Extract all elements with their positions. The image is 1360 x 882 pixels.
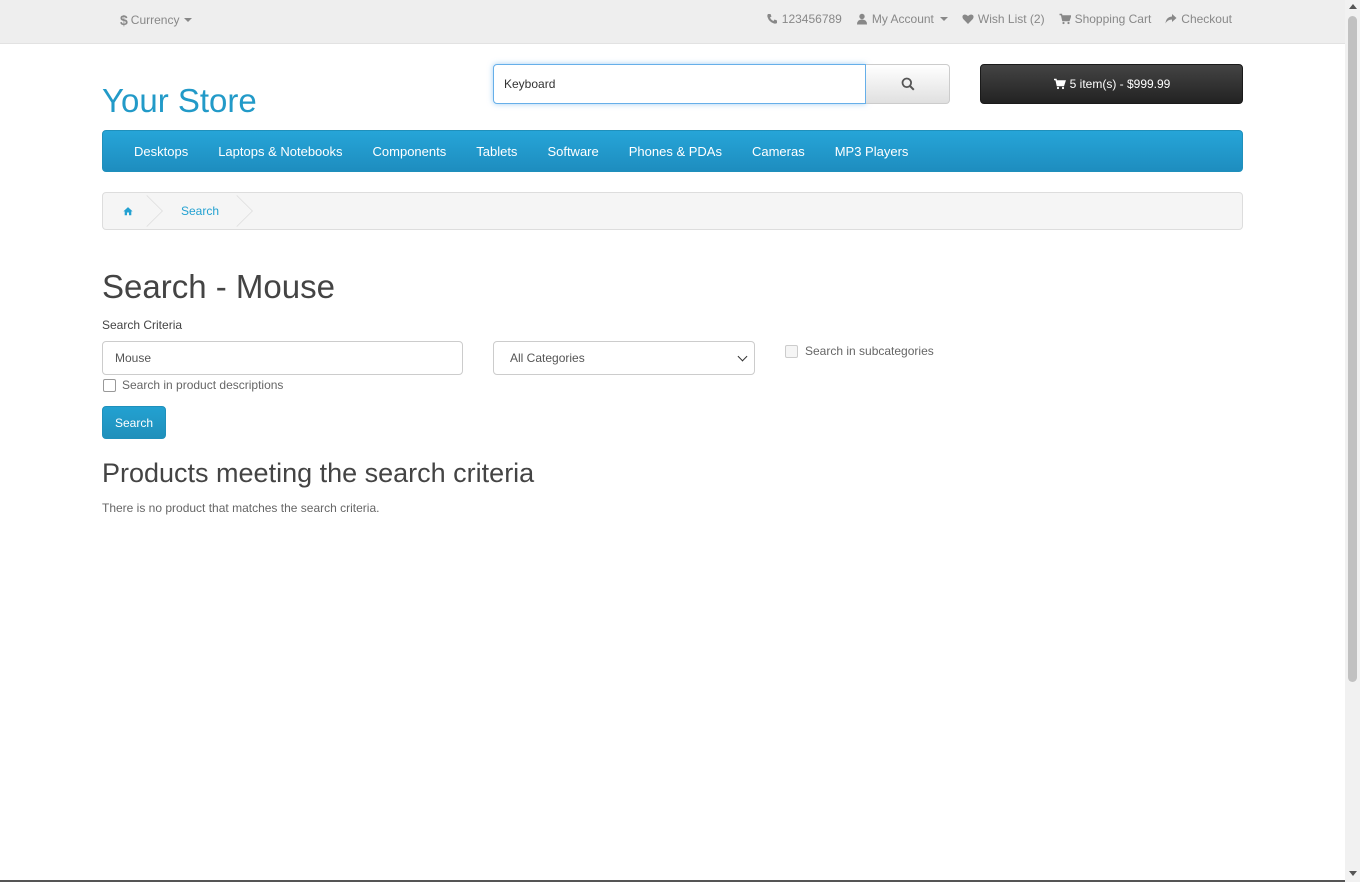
no-results-message: There is no product that matches the sea… bbox=[102, 501, 380, 515]
descriptions-label: Search in product descriptions bbox=[122, 378, 284, 392]
menu-item-software[interactable]: Software bbox=[532, 144, 613, 159]
top-bar: $ Currency 123456789 My Account Wish Lis… bbox=[0, 0, 1345, 44]
breadcrumb-home[interactable] bbox=[103, 193, 163, 229]
subcategories-option: Search in subcategories bbox=[785, 344, 934, 358]
header-search-button[interactable] bbox=[866, 64, 950, 104]
caret-down-icon bbox=[184, 18, 193, 22]
phone-link[interactable]: 123456789 bbox=[766, 12, 842, 26]
header-search-input[interactable] bbox=[493, 64, 866, 104]
menu-item-phones[interactable]: Phones & PDAs bbox=[614, 144, 737, 159]
user-icon bbox=[856, 13, 867, 25]
store-logo[interactable]: Your Store bbox=[102, 82, 257, 120]
search-button[interactable]: Search bbox=[102, 406, 166, 439]
breadcrumb-separator bbox=[221, 195, 253, 227]
heart-icon bbox=[962, 14, 974, 24]
chevron-down-icon bbox=[737, 351, 748, 361]
menu-item-components[interactable]: Components bbox=[358, 144, 462, 159]
subcategories-checkbox[interactable] bbox=[785, 344, 798, 358]
share-icon bbox=[1165, 14, 1177, 24]
shopping-cart-link[interactable]: Shopping Cart bbox=[1059, 12, 1152, 26]
menu-item-laptops[interactable]: Laptops & Notebooks bbox=[203, 144, 357, 159]
breadcrumb: Search bbox=[102, 192, 1243, 230]
header-search bbox=[493, 64, 950, 104]
page-title: Search - Mouse bbox=[102, 268, 335, 305]
vertical-scrollbar[interactable] bbox=[1345, 0, 1360, 882]
wish-list-label: Wish List (2) bbox=[977, 12, 1045, 26]
descriptions-checkbox[interactable] bbox=[103, 378, 116, 392]
currency-dropdown[interactable]: $ Currency bbox=[120, 12, 193, 28]
shopping-cart-label: Shopping Cart bbox=[1074, 12, 1152, 26]
currency-label: Currency bbox=[130, 13, 180, 27]
subcategories-label: Search in subcategories bbox=[805, 344, 934, 358]
search-icon bbox=[901, 77, 915, 91]
category-selected: All Categories bbox=[510, 351, 585, 365]
menu-item-cameras[interactable]: Cameras bbox=[737, 144, 820, 159]
my-account-label: My Account bbox=[871, 12, 934, 26]
category-select[interactable]: All Categories bbox=[493, 341, 755, 375]
scroll-up-icon[interactable] bbox=[1349, 4, 1357, 9]
menu-item-tablets[interactable]: Tablets bbox=[461, 144, 532, 159]
cart-icon bbox=[1059, 13, 1071, 25]
cart-total-button[interactable]: 5 item(s) - $999.99 bbox=[980, 64, 1243, 104]
top-links: 123456789 My Account Wish List (2) Shopp… bbox=[766, 12, 1232, 26]
breadcrumb-search-label: Search bbox=[181, 204, 220, 218]
main-menu: Desktops Laptops & Notebooks Components … bbox=[102, 130, 1243, 172]
scroll-down-icon[interactable] bbox=[1349, 871, 1357, 876]
scrollbar-thumb[interactable] bbox=[1348, 16, 1357, 682]
results-heading: Products meeting the search criteria bbox=[102, 458, 535, 488]
phone-icon bbox=[767, 14, 777, 24]
search-keyword-input[interactable] bbox=[102, 341, 463, 375]
breadcrumb-search[interactable]: Search bbox=[153, 193, 253, 229]
descriptions-option: Search in product descriptions bbox=[103, 378, 283, 392]
currency-symbol: $ bbox=[120, 12, 128, 28]
my-account-dropdown[interactable]: My Account bbox=[856, 12, 948, 26]
search-criteria-label: Search Criteria bbox=[102, 318, 183, 332]
menu-item-mp3-players[interactable]: MP3 Players bbox=[820, 144, 924, 159]
checkout-link[interactable]: Checkout bbox=[1165, 12, 1232, 26]
cart-summary: 5 item(s) - $999.99 bbox=[1069, 77, 1171, 91]
menu-item-desktops[interactable]: Desktops bbox=[119, 144, 203, 159]
phone-number: 123456789 bbox=[781, 12, 842, 26]
checkout-label: Checkout bbox=[1181, 12, 1232, 26]
wish-list-link[interactable]: Wish List (2) bbox=[962, 12, 1045, 26]
caret-down-icon bbox=[939, 17, 948, 21]
cart-icon bbox=[1053, 78, 1066, 90]
